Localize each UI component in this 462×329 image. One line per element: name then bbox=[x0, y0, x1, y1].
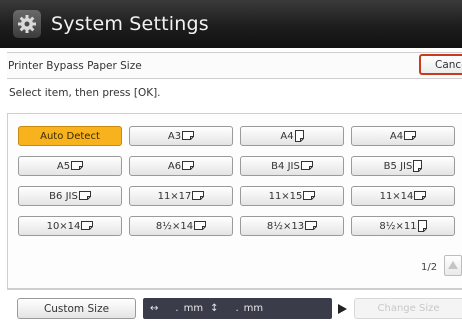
paper-size-label: 8½×11 bbox=[379, 220, 417, 232]
paper-size-option[interactable]: A4 bbox=[351, 126, 455, 146]
paper-size-label: 11×17 bbox=[157, 190, 192, 202]
change-size-button[interactable]: Change Size bbox=[354, 298, 462, 319]
paper-size-option[interactable]: A3 bbox=[129, 126, 233, 146]
paper-size-option[interactable]: 11×17 bbox=[129, 186, 233, 206]
screen-heading: Printer Bypass Paper Size bbox=[8, 60, 142, 72]
instruction-text: Select item, then press [OK]. bbox=[9, 87, 161, 99]
landscape-page-icon bbox=[404, 131, 417, 142]
divider bbox=[7, 288, 462, 289]
paper-size-option[interactable]: 8½×11 bbox=[351, 216, 455, 236]
page-indicator: 1/2 bbox=[421, 262, 438, 273]
paper-size-option[interactable]: B6 JIS bbox=[18, 186, 122, 206]
landscape-page-icon bbox=[192, 191, 205, 202]
landscape-page-icon bbox=[414, 191, 427, 202]
paper-size-option[interactable]: A5 bbox=[18, 156, 122, 176]
paper-size-label: A3 bbox=[167, 130, 182, 142]
landscape-page-icon bbox=[78, 191, 91, 202]
paper-size-label: B6 JIS bbox=[49, 190, 78, 202]
page-title: System Settings bbox=[51, 13, 209, 35]
paper-size-option[interactable]: 11×15 bbox=[240, 186, 344, 206]
height-value: . bbox=[235, 303, 239, 314]
scroll-up-button[interactable] bbox=[444, 255, 462, 276]
up-arrow-icon bbox=[448, 261, 458, 269]
paper-size-label: B4 JIS bbox=[271, 160, 300, 172]
gear-icon bbox=[13, 10, 41, 38]
paper-size-label: A6 bbox=[167, 160, 182, 172]
cancel-button[interactable]: Cancel bbox=[419, 54, 462, 75]
landscape-page-icon bbox=[303, 191, 316, 202]
landscape-page-icon bbox=[182, 131, 195, 142]
paper-size-option[interactable]: 8½×14 bbox=[129, 216, 233, 236]
landscape-page-icon bbox=[194, 221, 207, 232]
landscape-page-icon bbox=[81, 221, 94, 232]
portrait-page-icon bbox=[294, 130, 304, 142]
portrait-page-icon bbox=[417, 220, 427, 232]
landscape-page-icon bbox=[305, 221, 318, 232]
paper-size-option[interactable]: Auto Detect bbox=[18, 126, 122, 146]
custom-size-display: ↔ . mm ↕ . mm bbox=[143, 298, 332, 319]
title-bar: System Settings bbox=[0, 0, 462, 48]
paper-size-label: 11×15 bbox=[268, 190, 303, 202]
paper-size-option[interactable]: B5 JIS bbox=[351, 156, 455, 176]
paper-size-label: B5 JIS bbox=[383, 160, 413, 172]
paper-size-option[interactable]: 8½×13 bbox=[240, 216, 344, 236]
height-unit: mm bbox=[243, 303, 264, 314]
paper-size-option[interactable]: B4 JIS bbox=[240, 156, 344, 176]
landscape-page-icon bbox=[300, 161, 313, 172]
paper-size-label: A4 bbox=[280, 130, 294, 142]
paper-size-label: 11×14 bbox=[379, 190, 414, 202]
paper-size-label: 10×14 bbox=[46, 220, 81, 232]
paper-size-label: A4 bbox=[389, 130, 404, 142]
width-value: . bbox=[175, 303, 179, 314]
paper-size-label: A5 bbox=[56, 160, 71, 172]
paper-size-label: 8½×14 bbox=[155, 220, 194, 232]
paper-size-option[interactable]: A4 bbox=[240, 126, 344, 146]
landscape-page-icon bbox=[182, 161, 195, 172]
paper-size-option[interactable]: 11×14 bbox=[351, 186, 455, 206]
landscape-page-icon bbox=[71, 161, 84, 172]
paper-size-option[interactable]: 10×14 bbox=[18, 216, 122, 236]
play-icon bbox=[338, 304, 347, 314]
portrait-page-icon bbox=[413, 160, 423, 172]
paper-size-option[interactable]: A6 bbox=[129, 156, 233, 176]
paper-size-label: Auto Detect bbox=[40, 130, 100, 142]
height-arrow-icon: ↕ bbox=[210, 303, 219, 314]
width-arrow-icon: ↔ bbox=[150, 303, 159, 314]
custom-size-button[interactable]: Custom Size bbox=[17, 298, 136, 319]
width-unit: mm bbox=[183, 303, 204, 314]
paper-size-label: 8½×13 bbox=[266, 220, 305, 232]
